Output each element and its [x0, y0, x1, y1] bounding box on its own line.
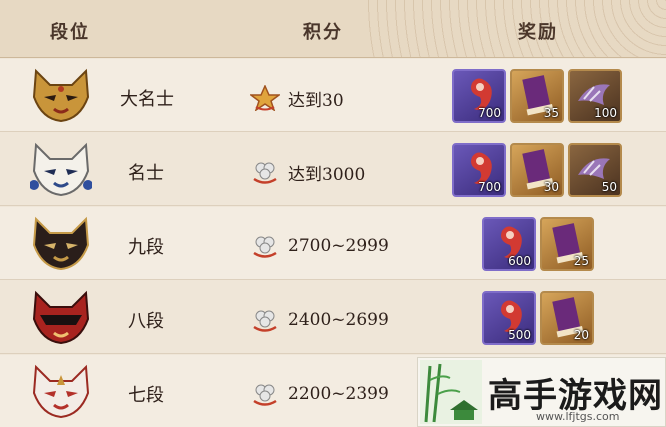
table-row: 大名士 达到30 700 35 100	[0, 59, 666, 132]
blue-fox-mask-icon	[29, 141, 93, 197]
header-score: 积分	[303, 22, 343, 43]
rank-name: 八段	[128, 311, 164, 332]
reward-item[interactable]: 50	[568, 143, 622, 197]
reward-quantity: 50	[601, 180, 617, 194]
gold-fox-mask-icon	[30, 67, 92, 123]
rank-name: 大名士	[120, 89, 174, 110]
score-value: 达到3000	[288, 164, 366, 185]
reward-item[interactable]: 500	[482, 291, 536, 345]
score-cell: 2700~2999	[250, 233, 389, 259]
score-cell: 达到3000	[250, 159, 365, 185]
header-reward: 奖励	[518, 22, 558, 43]
reward-quantity: 500	[508, 328, 531, 342]
reward-item[interactable]: 700	[452, 143, 506, 197]
reward-item[interactable]: 100	[568, 69, 622, 123]
reward-quantity: 25	[573, 254, 589, 268]
reward-item[interactable]: 30	[510, 143, 564, 197]
flower-badge-icon	[250, 233, 280, 259]
reward-quantity: 100	[594, 106, 617, 120]
score-cell: 达到30	[248, 84, 344, 112]
rank-name: 九段	[128, 237, 164, 258]
reward-item[interactable]: 600	[482, 217, 536, 271]
table-row: 八段 2400~2699 500 20	[0, 281, 666, 354]
table-row: 名士 达到3000 700 30 50	[0, 133, 666, 206]
reward-item[interactable]: 35	[510, 69, 564, 123]
flower-badge-icon	[250, 307, 280, 333]
red-black-fox-mask-icon	[30, 289, 92, 345]
reward-list: 700 30 50	[452, 143, 622, 197]
watermark-url: www.lfjtgs.com	[536, 410, 620, 423]
rank-name: 七段	[128, 385, 164, 406]
score-value: 达到30	[288, 90, 344, 111]
rank-name: 名士	[128, 163, 164, 184]
reward-item[interactable]: 700	[452, 69, 506, 123]
header-rank: 段位	[50, 22, 90, 43]
score-value: 2200~2399	[288, 384, 389, 404]
score-value: 2400~2699	[288, 310, 389, 330]
flower-badge-icon	[250, 381, 280, 407]
table-row: 九段 2700~2999 600 25	[0, 207, 666, 280]
star-badge-icon	[248, 84, 282, 112]
score-value: 2700~2999	[288, 236, 389, 256]
reward-quantity: 35	[543, 106, 559, 120]
reward-quantity: 700	[478, 106, 501, 120]
table-header: 段位 积分 奖励	[0, 0, 666, 58]
reward-quantity: 600	[508, 254, 531, 268]
site-watermark: 高手游戏网 www.lfjtgs.com	[417, 357, 666, 427]
flower-badge-icon	[250, 159, 280, 185]
reward-item[interactable]: 25	[540, 217, 594, 271]
reward-quantity: 700	[478, 180, 501, 194]
reward-item[interactable]: 20	[540, 291, 594, 345]
reward-list: 600 25	[482, 217, 594, 271]
bamboo-logo-icon	[420, 360, 482, 424]
black-fox-mask-icon	[30, 215, 92, 271]
reward-list: 700 35 100	[452, 69, 622, 123]
score-cell: 2200~2399	[250, 381, 389, 407]
reward-quantity: 30	[543, 180, 559, 194]
white-red-fox-mask-icon	[30, 363, 92, 419]
reward-quantity: 20	[573, 328, 589, 342]
score-cell: 2400~2699	[250, 307, 389, 333]
reward-list: 500 20	[482, 291, 594, 345]
